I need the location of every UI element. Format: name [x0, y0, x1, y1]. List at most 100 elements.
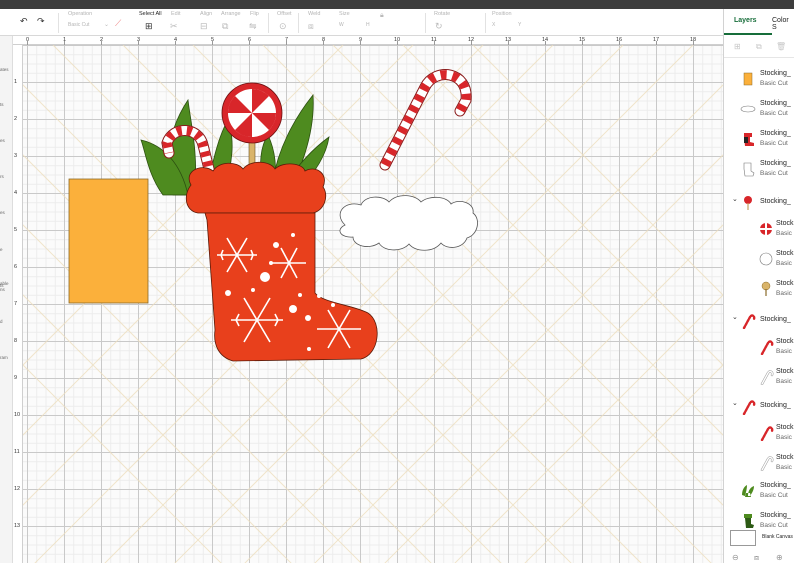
align-icon[interactable]: ⊟: [200, 21, 208, 32]
rail-item[interactable]: able ns: [0, 281, 9, 293]
layer-row[interactable]: Stock Basic: [724, 245, 794, 275]
duplicate-icon[interactable]: ⧉: [756, 42, 762, 52]
ruler-tick-label: 8: [14, 338, 18, 344]
rail-item[interactable]: d: [0, 319, 3, 324]
layer-operation: Basic: [776, 260, 792, 267]
position-y-field[interactable]: Y: [518, 22, 521, 28]
combine-icon[interactable]: ⧈: [754, 553, 759, 563]
size-width-field[interactable]: W: [339, 22, 344, 28]
tab-color-sync[interactable]: Color S: [772, 17, 794, 31]
chevron-down-icon[interactable]: ⌄: [732, 313, 738, 321]
select-all-icon[interactable]: ⊞: [145, 21, 153, 32]
position-x-field[interactable]: X: [492, 22, 495, 28]
undo-icon[interactable]: ↶: [20, 16, 28, 27]
toolbar-divider: [485, 13, 486, 33]
white-cloud-shape[interactable]: [339, 195, 478, 251]
layer-row[interactable]: Stocking_ Basic Cut: [724, 477, 794, 507]
offset-icon[interactable]: ⊙: [279, 21, 287, 32]
candy-cane-shape[interactable]: [379, 69, 472, 171]
toolbar-divider: [268, 13, 269, 33]
lollipop-group-thumbnail: [740, 195, 756, 211]
size-height-field[interactable]: H: [366, 22, 370, 28]
green-leaves-thumbnail: [740, 483, 756, 499]
rail-item[interactable]: ates: [0, 67, 9, 72]
flip-icon[interactable]: ⇋: [249, 21, 257, 32]
rail-item[interactable]: es: [0, 138, 5, 143]
ruler-tick-label: 4: [14, 190, 18, 196]
slice-icon[interactable]: ⊖: [732, 553, 739, 562]
layer-row[interactable]: Stock Basic: [724, 419, 794, 449]
layer-name: Stocking_: [760, 198, 791, 205]
tab-layers[interactable]: Layers: [734, 17, 757, 24]
title-bar: [0, 0, 794, 9]
layer-row[interactable]: Stocking_ Basic Cut: [724, 95, 794, 125]
ruler-tick-label: 9: [14, 375, 18, 381]
layer-row[interactable]: Stocking_ Basic Cut: [724, 65, 794, 95]
ruler-tick-label: 6: [14, 264, 18, 270]
toolbar-divider: [58, 13, 59, 33]
layer-operation: Basic: [776, 290, 792, 297]
stocking-group[interactable]: [140, 82, 378, 362]
rotate-icon[interactable]: ↻: [435, 21, 443, 32]
stocking-cuff-shape: [185, 161, 327, 214]
ruler-tick-label: 5: [14, 227, 18, 233]
rail-item[interactable]: rs: [0, 174, 4, 179]
weld-icon[interactable]: ⧈: [308, 21, 314, 32]
candy-cane-group-thumbnail: [740, 313, 756, 330]
layer-name: Stock: [776, 220, 794, 227]
scissors-icon[interactable]: ✂: [170, 21, 178, 32]
layer-name: Stocking_: [760, 482, 791, 489]
ruler-tick-label: 11: [14, 449, 20, 455]
delete-icon[interactable]: 🗑︎: [776, 42, 786, 51]
canvas-artwork: [23, 45, 723, 563]
orange-rectangle-shape[interactable]: [68, 178, 149, 304]
white-stocking-thumbnail: [740, 161, 756, 177]
blank-canvas-label: Blank Canvas: [762, 534, 793, 540]
orange-rectangle-thumbnail: [740, 71, 756, 87]
lock-icon[interactable]: 🔒︎: [380, 12, 384, 20]
ruler-tick-label: 10: [14, 412, 21, 418]
vertical-ruler: 1 2 3 4 5 6 7 8 9 10 11 12 13: [13, 45, 23, 563]
layer-row[interactable]: Stock Basic: [724, 363, 794, 393]
rail-item[interactable]: e: [0, 247, 3, 252]
layer-row[interactable]: Stocking_ Basic Cut: [724, 155, 794, 185]
chevron-down-icon[interactable]: ⌄: [104, 21, 109, 28]
layer-name: Stocking_: [760, 316, 791, 323]
edit-toolbar: ↶ ↷ Operation Basic Cut ⌄ ⟋ Select All ⊞…: [0, 9, 794, 36]
arrange-icon[interactable]: ⧉: [222, 21, 228, 32]
layer-row[interactable]: Stock Basic: [724, 333, 794, 363]
layer-name: Stock: [776, 250, 794, 257]
pen-icon: ⟋: [115, 18, 122, 28]
rotate-label: Rotate: [434, 11, 451, 17]
white-circle-thumbnail: [758, 251, 774, 267]
toolbar-divider: [425, 13, 426, 33]
design-canvas[interactable]: [23, 45, 723, 563]
rail-item[interactable]: ram: [0, 355, 8, 360]
redo-icon[interactable]: ↷: [37, 16, 45, 27]
layer-operation: Basic: [776, 348, 792, 355]
layer-row[interactable]: Stock Basic: [724, 215, 794, 245]
group-icon[interactable]: ⊞: [734, 42, 741, 51]
blank-canvas-row[interactable]: Blank Canvas: [724, 528, 794, 548]
candy-cane-group-thumbnail: [740, 399, 756, 416]
layer-operation: Basic Cut: [760, 170, 788, 177]
attach-icon[interactable]: ⊕: [776, 553, 783, 562]
operation-select[interactable]: Basic Cut: [68, 22, 89, 28]
active-tab-indicator: [724, 33, 772, 35]
layer-name: Stock: [776, 368, 794, 375]
layer-row[interactable]: Stocking_ Basic Cut: [724, 125, 794, 155]
rail-item[interactable]: es: [0, 210, 5, 215]
layer-row[interactable]: Stock Basic: [724, 275, 794, 305]
chevron-down-icon[interactable]: ⌄: [732, 195, 738, 203]
offset-label: Offset: [277, 11, 292, 17]
layer-row[interactable]: Stock Basic: [724, 449, 794, 479]
ruler-tick-label: 7: [14, 301, 18, 307]
arrange-label: Arrange: [221, 11, 241, 17]
blank-canvas-swatch[interactable]: [730, 530, 756, 546]
chevron-down-icon[interactable]: ⌄: [732, 399, 738, 407]
white-candy-cane-thumbnail: [758, 369, 774, 386]
ruler-tick-label: 12: [14, 486, 21, 492]
rail-item[interactable]: ts: [0, 102, 4, 107]
align-label: Align: [200, 11, 213, 17]
layer-name: Stocking_: [760, 160, 791, 167]
